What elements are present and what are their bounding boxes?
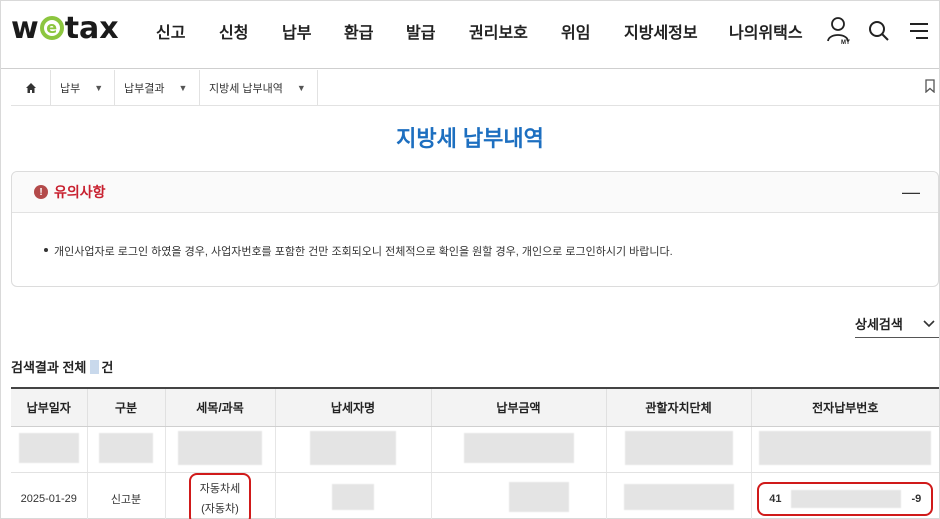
redacted-block	[178, 430, 262, 465]
cell-masked	[751, 426, 939, 473]
bookmark-icon[interactable]	[925, 79, 935, 98]
result-count-label: 검색결과 전체	[11, 360, 87, 375]
collapse-icon[interactable]: —	[902, 182, 920, 203]
nav-item-report[interactable]: 신고	[156, 19, 219, 43]
nav-item-my-wetax[interactable]: 나의위택스	[729, 19, 819, 43]
nav-item-issue[interactable]: 발급	[406, 19, 469, 43]
main-nav: 신고 신청 납부 환급 발급 권리보호 위임 지방세정보 나의위택스	[156, 19, 819, 43]
col-header-pay-date: 납부일자	[11, 387, 88, 427]
breadcrumb-label: 납부	[60, 82, 81, 95]
warning-icon: !	[34, 185, 48, 199]
cell-masked	[606, 426, 752, 473]
nav-item-localtax-info[interactable]: 지방세정보	[624, 19, 729, 43]
menu-icon[interactable]	[905, 15, 933, 47]
logo-text-tax: tax	[64, 10, 119, 46]
table-header-row: 납부일자 구분 세목/과목 납세자명 납부금액 관할자치단체 전자납부번호	[11, 387, 939, 427]
redacted-block	[332, 484, 374, 510]
top-header: w e tax 신고 신청 납부 환급 발급 권리보호 위임 지방세정보 나의위택스…	[1, 1, 939, 69]
nav-item-pay[interactable]: 납부	[282, 19, 344, 43]
chevron-down-icon: ▼	[94, 82, 104, 93]
breadcrumb-item-localtax-history[interactable]: 지방세 납부내역 ▼	[200, 69, 318, 106]
wetax-logo[interactable]: w e tax	[11, 10, 119, 46]
result-count-number-masked	[90, 359, 100, 374]
cell-masked	[431, 426, 607, 473]
logo-e-circle: e	[39, 16, 64, 40]
cell-masked	[165, 426, 276, 473]
tax-item-highlight: 자동차세 (자동차)	[188, 472, 252, 519]
col-header-local-gov: 관할자치단체	[606, 387, 752, 427]
col-header-taxpayer-name: 납세자명	[275, 387, 432, 427]
col-header-tax-item: 세목/과목	[165, 387, 276, 427]
cell-epay-number[interactable]: 41 -9	[751, 472, 939, 519]
epay-number-highlight: 41 -9	[757, 481, 934, 516]
breadcrumb-label: 지방세 납부내역	[209, 82, 283, 95]
detail-search-label: 상세검색	[855, 317, 903, 332]
notice-header[interactable]: ! 유의사항 —	[12, 172, 938, 213]
search-icon[interactable]	[865, 15, 893, 47]
cell-masked	[275, 426, 432, 473]
table-row[interactable]: 2025-01-29 신고분 자동차세 (자동차) 41 -9	[11, 472, 939, 519]
notice-text: 개인사업자로 로그인 하였을 경우, 사업자번호를 포함한 건만 조회되오니 전…	[12, 213, 938, 259]
redacted-block	[759, 430, 932, 465]
header-icons: MY	[813, 15, 933, 47]
user-my-icon[interactable]: MY	[825, 15, 853, 47]
cell-pay-date: 2025-01-29	[11, 472, 88, 519]
cell-masked	[87, 426, 166, 473]
nav-item-delegate[interactable]: 위임	[561, 19, 624, 43]
payment-history-table: 납부일자 구분 세목/과목 납세자명 납부금액 관할자치단체 전자납부번호 20…	[11, 387, 939, 519]
result-count-unit: 건	[101, 360, 114, 375]
tax-item-subject: (자동차)	[201, 502, 239, 515]
nav-item-refund[interactable]: 환급	[344, 19, 406, 43]
result-count: 검색결과 전체 건	[11, 357, 113, 376]
home-icon[interactable]	[11, 69, 51, 106]
chevron-down-icon: ▼	[296, 82, 306, 93]
notice-panel: ! 유의사항 — 개인사업자로 로그인 하였을 경우, 사업자번호를 포함한 건…	[11, 171, 939, 287]
redacted-block	[99, 432, 153, 463]
nav-item-apply[interactable]: 신청	[219, 19, 282, 43]
redacted-block	[624, 430, 733, 465]
cell-local-gov	[606, 472, 752, 519]
col-header-pay-amount: 납부금액	[431, 387, 607, 427]
redacted-block	[18, 432, 79, 463]
chevron-down-icon	[923, 316, 935, 331]
cell-taxpayer-name	[275, 472, 432, 519]
epay-number-prefix: 41	[769, 492, 782, 505]
notice-title: 유의사항	[54, 184, 106, 200]
breadcrumb-item-pay-result[interactable]: 납부결과 ▼	[115, 69, 200, 106]
cell-type: 신고분	[87, 472, 166, 519]
redacted-block	[791, 489, 902, 508]
col-header-type: 구분	[87, 387, 166, 427]
redacted-block	[623, 484, 734, 510]
logo-text-w: w	[11, 10, 39, 46]
redacted-block	[508, 482, 569, 512]
breadcrumb-label: 납부결과	[124, 82, 165, 95]
cell-pay-amount	[431, 472, 607, 519]
cell-tax-item: 자동차세 (자동차)	[165, 472, 276, 519]
detail-search-toggle[interactable]: 상세검색	[855, 310, 939, 338]
cell-masked	[11, 426, 88, 473]
redacted-block	[463, 432, 574, 463]
breadcrumb: 납부 ▼ 납부결과 ▼ 지방세 납부내역 ▼	[11, 69, 939, 106]
epay-number-suffix: -9	[911, 492, 922, 505]
breadcrumb-item-pay[interactable]: 납부 ▼	[51, 69, 115, 106]
my-badge: MY	[841, 40, 850, 46]
redacted-block	[310, 430, 396, 465]
col-header-epay-number: 전자납부번호	[751, 387, 939, 427]
page-title: 지방세 납부내역	[396, 126, 544, 151]
chevron-down-icon: ▼	[178, 82, 188, 93]
nav-item-rights[interactable]: 권리보호	[469, 19, 561, 43]
table-row[interactable]	[11, 426, 939, 473]
tax-item-name: 자동차세	[199, 482, 241, 495]
